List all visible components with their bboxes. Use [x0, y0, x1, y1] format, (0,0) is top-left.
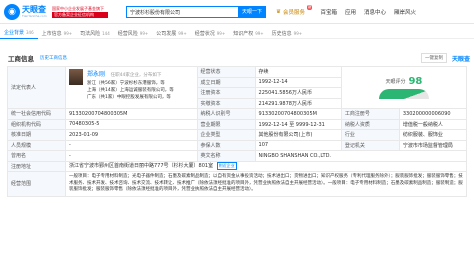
paid-capital-label: 实缴资本	[196, 97, 256, 109]
org-code-label: 组织机构代码	[7, 118, 66, 130]
reg-no-value: 330200000006090	[398, 108, 468, 120]
promo-banner[interactable]: 国家中小企业发展子基金旗下 官方备案企业征信机构	[52, 3, 108, 21]
tab-history[interactable]: 历史信息 99+	[268, 27, 306, 39]
authority-value: 宁波市市场监督管理局	[398, 139, 468, 151]
address-label: 注册地址	[7, 160, 66, 172]
nav-messages[interactable]: 消息中心	[364, 8, 386, 16]
top-bar: ◉ 天眼查 TianYanCha.com 国家中小企业发展子基金旗下 官方备案企…	[0, 0, 474, 24]
type-label: 企业类型	[196, 129, 256, 141]
approval-label: 核准日期	[7, 129, 66, 141]
copy-button[interactable]: 一键复制	[420, 53, 447, 63]
legal-rep-note: 任职44家企业，分布如下	[110, 73, 162, 78]
address-cell: 浙江省宁波市鄞州区首南街道日丽中路777号（杉杉大厦）801室 附近企业	[65, 160, 467, 172]
insured-label: 参保人数	[196, 139, 256, 151]
english-value: NINGBO SHANSHAN CO.,LTD.	[254, 150, 468, 162]
scope-value: 一般项目：电子专用材料制造；光电子器件制造；石墨及碳素制品制造；以自有资金从事投…	[65, 171, 467, 197]
top-nav: ♛ 会员服务 新 百宝箱 应用 消息中心 厢岸风火	[276, 5, 416, 16]
taxpayer-label: 纳税人资质	[340, 118, 400, 130]
tab-background[interactable]: 企业背景 346	[0, 27, 38, 39]
legal-rep-line: 上海（共14家）上海运诚服装有限公司，等	[87, 88, 174, 93]
nav-vip[interactable]: ♛ 会员服务 新	[276, 5, 313, 16]
nearby-companies-chip[interactable]: 附近企业	[216, 162, 237, 171]
tab-ip[interactable]: 知识产权 99+	[229, 27, 267, 39]
type-value: 其他股份有限公司(上市)	[254, 129, 342, 141]
legal-rep-line: 浙江（共56家）宁波杉杉东港服饰，等	[87, 81, 165, 86]
used-name-label: 曾用名	[7, 150, 66, 162]
staff-label: 人员规模	[7, 139, 66, 151]
legal-rep-cell: 郑永刚 任职44家企业，分布如下 浙江（共56家）宁波杉杉东港服饰，等 上海（共…	[65, 66, 198, 109]
new-badge: 新	[306, 5, 313, 10]
logo-name: 天眼查	[22, 5, 46, 14]
established-label: 成立日期	[196, 76, 256, 88]
term-label: 营业期限	[196, 118, 256, 130]
status-value: 存续	[254, 66, 342, 78]
crown-icon: ♛	[276, 8, 281, 15]
org-code-value: 70480305-5	[65, 118, 198, 130]
tab-listing[interactable]: 上市信息 99+	[38, 27, 76, 39]
score-gauge	[378, 89, 429, 99]
tax-id-label: 纳税人识别号	[196, 108, 256, 120]
tab-operating-risk[interactable]: 经营风险 99+	[114, 27, 152, 39]
history-link[interactable]: 历史工商信息	[40, 55, 67, 61]
nav-toolbox[interactable]: 百宝箱	[320, 8, 337, 16]
authority-label: 登记机关	[340, 139, 400, 151]
scope-label: 经营范围	[7, 171, 66, 197]
industry-label: 行业	[340, 129, 400, 141]
staff-value: -	[65, 139, 198, 151]
taxpayer-value: 增值税一般纳税人	[398, 118, 468, 130]
tab-development[interactable]: 公司发展 99+	[152, 27, 190, 39]
nav-user[interactable]: 厢岸风火	[394, 8, 416, 16]
business-info-table: 法定代表人 郑永刚 任职44家企业，分布如下 浙江（共56家）宁波杉杉东港服饰，…	[7, 66, 468, 197]
status-label: 经营状态	[196, 66, 256, 78]
tab-operations[interactable]: 经营状况 99+	[191, 27, 229, 39]
legal-rep-line: 广东（共1家）中眼控股发展有限公司，等	[87, 95, 171, 100]
business-info-header: 工商信息 历史工商信息 一键复制 天眼查	[0, 52, 474, 64]
paid-capital-value: 214291.9878万人民币	[254, 97, 342, 109]
eye-logo-icon: ◉	[4, 3, 20, 20]
score-value: 98	[408, 76, 423, 87]
search-input[interactable]: 宁波杉杉股份有限公司	[126, 5, 238, 18]
registered-capital-label: 注册资本	[196, 87, 256, 99]
tax-id-value: 91330200704800305M	[254, 108, 342, 120]
score-cell[interactable]: 天眼评分 98	[340, 66, 468, 109]
section-tabs: 企业背景 346 上市信息 99+ 司法风险 144 经营风险 99+ 公司发展 99+ …	[0, 27, 474, 39]
approval-value: 2023-01-09	[65, 129, 198, 141]
english-label: 英文名称	[196, 150, 256, 162]
address-value: 浙江省宁波市鄞州区首南街道日丽中路777号（杉杉大厦）801室	[69, 163, 214, 170]
industry-value: 纺织服装、服饰业	[398, 129, 468, 141]
search-button[interactable]: 天眼一下	[238, 5, 266, 18]
legal-rep-label: 法定代表人	[7, 66, 66, 109]
score-label: 天眼评分	[385, 79, 406, 85]
avatar	[69, 69, 83, 85]
logo-sub: TianYanCha.com	[22, 14, 47, 18]
promo-line-2: 官方备案企业征信机构	[52, 11, 108, 18]
tab-judicial-risk[interactable]: 司法风险 144	[76, 27, 114, 39]
nav-apps[interactable]: 应用	[345, 8, 356, 16]
reg-no-label: 工商注册号	[340, 108, 400, 120]
logo[interactable]: ◉ 天眼查 TianYanCha.com	[4, 3, 48, 20]
uscc-value: 91330200704800305M	[65, 108, 198, 120]
section-title: 工商信息	[8, 55, 34, 63]
uscc-label: 统一社会信用代码	[7, 108, 66, 120]
registered-capital-value: 225041.5856万人民币	[254, 87, 342, 99]
insured-value: 107	[254, 139, 342, 151]
brand-watermark: 天眼查	[451, 55, 470, 63]
legal-rep-name[interactable]: 郑永刚	[87, 71, 105, 78]
established-value: 1992-12-14	[254, 76, 342, 88]
term-value: 1992-12-14 至 9999-12-31	[254, 118, 342, 130]
used-name-value: -	[65, 150, 198, 162]
